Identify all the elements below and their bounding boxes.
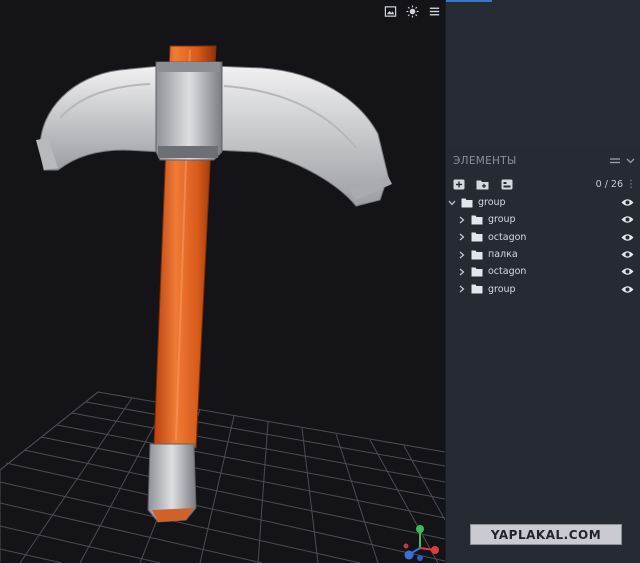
tree-item-label: group (478, 197, 506, 209)
chevron-right-icon[interactable] (458, 233, 466, 241)
eye-icon[interactable] (621, 267, 634, 276)
folder-icon (471, 250, 483, 260)
chevron-down-icon[interactable] (448, 199, 456, 207)
collapse-lines-icon[interactable] (610, 157, 620, 165)
tree-item-label: octagon (488, 266, 527, 278)
folder-icon (461, 198, 473, 208)
3d-viewport[interactable] (0, 0, 445, 563)
elements-toolbar: 0 / 26 ⋮ (446, 174, 640, 194)
sun-icon[interactable] (405, 4, 419, 18)
chevron-right-icon[interactable] (458, 216, 466, 224)
site-watermark: YAPLAKAL.COM (470, 524, 622, 545)
watermark-text: YAPLAKAL.COM (490, 527, 602, 542)
tree-item-label: group (488, 283, 516, 295)
elements-header: ЭЛЕМЕНТЫ (446, 150, 640, 172)
section-title: ЭЛЕМЕНТЫ (453, 155, 517, 167)
eye-icon[interactable] (621, 215, 634, 224)
floor-grid (0, 391, 445, 563)
add-element-icon[interactable] (452, 178, 465, 190)
chevron-right-icon[interactable] (458, 251, 466, 259)
image-icon[interactable] (383, 4, 397, 18)
panel-top-accent (446, 0, 492, 2)
panel-top-area (446, 0, 640, 148)
chevron-down-icon[interactable] (626, 158, 635, 164)
tree-item-palka[interactable]: палка (446, 246, 640, 263)
pickaxe-model[interactable] (0, 0, 445, 563)
tree-item-root-group[interactable]: group (446, 194, 640, 211)
element-count: 0 / 26 (595, 178, 623, 190)
more-options-icon[interactable]: ⋮ (626, 179, 636, 190)
add-group-icon[interactable] (476, 178, 489, 190)
eye-icon[interactable] (621, 250, 634, 259)
chevron-right-icon[interactable] (458, 268, 466, 276)
add-locator-icon[interactable] (500, 178, 513, 190)
folder-icon (471, 284, 483, 294)
tree-item-octagon-2[interactable]: octagon (446, 263, 640, 280)
folder-icon (471, 232, 483, 242)
eye-icon[interactable] (621, 198, 634, 207)
handle-cap-octagon[interactable] (147, 443, 197, 523)
element-tree: group group octagon палка octagon group (446, 194, 640, 298)
tree-item-label: octagon (488, 231, 527, 243)
tree-item-label: group (488, 214, 516, 226)
elements-panel: ЭЛЕМЕНТЫ 0 / 26 ⋮ group group octagon па… (445, 0, 640, 563)
eye-icon[interactable] (621, 233, 634, 242)
head-band-octagon[interactable] (155, 61, 223, 161)
chevron-right-icon[interactable] (458, 285, 466, 293)
tree-item-group[interactable]: group (446, 211, 640, 228)
menu-icon[interactable] (427, 4, 441, 18)
folder-icon (471, 267, 483, 277)
axis-gizmo[interactable] (398, 522, 442, 562)
tree-item-label: палка (488, 249, 518, 261)
tree-item-octagon[interactable]: octagon (446, 229, 640, 246)
folder-icon (471, 215, 483, 225)
eye-icon[interactable] (621, 285, 634, 294)
tree-item-group-2[interactable]: group (446, 280, 640, 297)
